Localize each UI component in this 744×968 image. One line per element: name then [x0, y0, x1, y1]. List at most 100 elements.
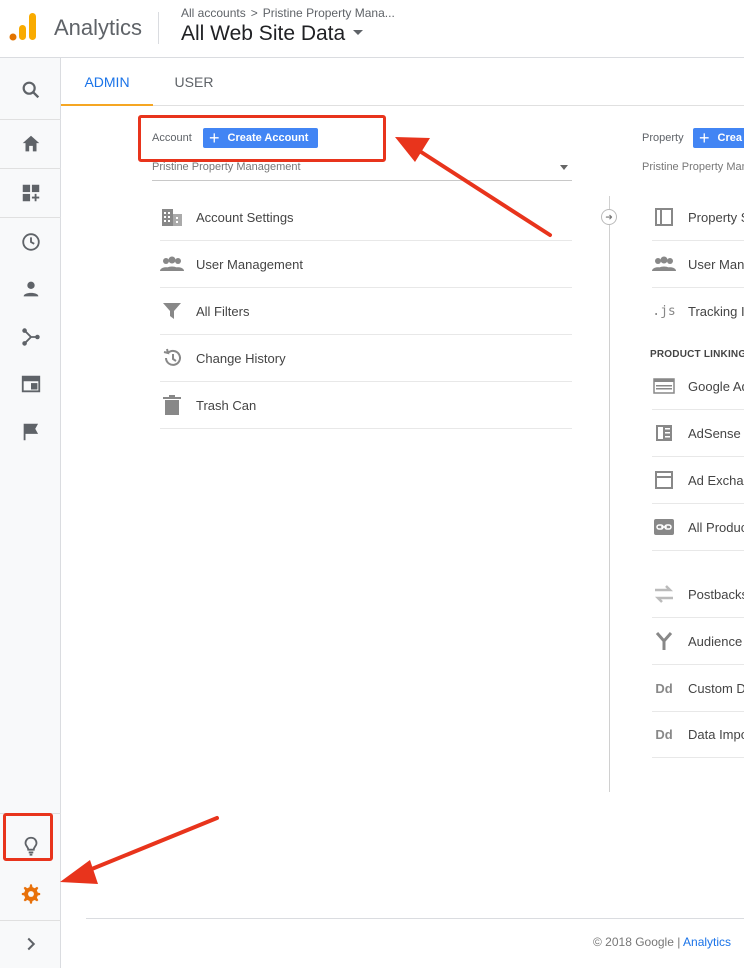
- nav-customization-button[interactable]: [0, 169, 61, 217]
- account-selector[interactable]: Pristine Property Management: [152, 161, 572, 181]
- people-icon: [160, 253, 184, 275]
- tab-user[interactable]: USER: [155, 58, 233, 106]
- menu-adsense-linking[interactable]: AdSense L: [652, 410, 744, 457]
- breadcrumb-chevron-icon: >: [250, 6, 258, 20]
- view-title: All Web Site Data: [181, 22, 346, 45]
- menu-property-user-management[interactable]: User Mana: [652, 241, 744, 288]
- adsense-icon: [652, 422, 676, 444]
- menu-custom-definitions[interactable]: Dd Custom De: [652, 665, 744, 712]
- audience-person-icon: [23, 281, 38, 297]
- breadcrumb[interactable]: All accounts > Pristine Property Mana...: [181, 6, 395, 20]
- create-property-label: Crea: [717, 132, 742, 144]
- nav-audience-button[interactable]: [0, 265, 61, 313]
- nav-behavior-button[interactable]: [0, 360, 61, 408]
- header-divider: [158, 12, 159, 44]
- nav-conversions-button[interactable]: [0, 408, 61, 456]
- menu-label: User Management: [196, 256, 303, 272]
- menu-label: Audience D: [688, 633, 744, 649]
- footer-copyright: © 2018 Google |: [593, 935, 681, 949]
- menu-label: Postbacks: [688, 586, 744, 602]
- property-selector-value: Pristine Property Mana: [642, 161, 744, 173]
- behavior-icon: [21, 375, 40, 393]
- nav-admin-button[interactable]: [0, 870, 61, 918]
- home-icon: [22, 135, 39, 152]
- view-selector[interactable]: All Web Site Data: [181, 22, 364, 46]
- menu-change-history[interactable]: Change History: [160, 335, 572, 382]
- menu-label: Data Impo: [688, 726, 744, 742]
- create-account-highlight: [138, 115, 386, 162]
- dd-icon: Dd: [655, 680, 673, 696]
- menu-label: AdSense L: [688, 425, 744, 441]
- dd-icon: Dd: [655, 726, 673, 742]
- menu-data-import[interactable]: Dd Data Impo: [652, 711, 744, 758]
- menu-google-ads-linking[interactable]: Google Ad: [652, 363, 744, 410]
- breadcrumb-all-accounts[interactable]: All accounts: [181, 6, 246, 20]
- menu-label: Property S: [688, 209, 744, 225]
- menu-label: All Produc: [688, 519, 744, 535]
- audience-fork-icon: [652, 630, 676, 652]
- ad-exchange-icon: [652, 469, 676, 491]
- conversions-flag-icon: [23, 423, 38, 441]
- product-linking-heading: PRODUCT LINKING: [650, 349, 744, 360]
- footer: © 2018 Google | Analytics: [593, 935, 731, 949]
- menu-account-settings[interactable]: Account Settings: [160, 194, 572, 241]
- menu-all-products-linking[interactable]: All Produc: [652, 504, 744, 551]
- menu-ad-exchange-linking[interactable]: Ad Exchan: [652, 457, 744, 504]
- customization-icon: [22, 184, 39, 202]
- app-header: Analytics All accounts > Pristine Property…: [0, 0, 744, 58]
- acquisition-icon: [21, 328, 40, 346]
- nav-expand-button[interactable]: [0, 920, 61, 968]
- menu-label: Change History: [196, 350, 286, 366]
- nav-search-button[interactable]: [0, 66, 61, 114]
- menu-label: All Filters: [196, 303, 250, 319]
- nav-home-button[interactable]: [0, 120, 61, 168]
- menu-trash-can[interactable]: Trash Can: [160, 382, 572, 429]
- filter-icon: [160, 300, 184, 322]
- menu-user-management[interactable]: User Management: [160, 241, 572, 288]
- arrow-to-admin-gear: [60, 816, 219, 884]
- footer-analytics-link[interactable]: Analytics: [683, 935, 731, 949]
- menu-tracking-info[interactable]: .js Tracking In: [652, 288, 744, 335]
- building-icon: [160, 206, 184, 228]
- search-icon: [22, 81, 39, 99]
- menu-label: User Mana: [688, 256, 744, 272]
- link-icon: [652, 516, 676, 538]
- expand-chevron-icon: [27, 937, 35, 951]
- account-selector-value: Pristine Property Management: [152, 161, 301, 173]
- realtime-clock-icon: [21, 233, 40, 251]
- property-column-label: Property: [642, 132, 684, 144]
- menu-label: Custom De: [688, 680, 744, 696]
- trash-icon: [160, 394, 184, 416]
- analytics-logo-icon[interactable]: [9, 13, 37, 41]
- menu-label: Ad Exchan: [688, 472, 744, 488]
- nav-realtime-button[interactable]: [0, 218, 61, 266]
- menu-audience-definitions[interactable]: Audience D: [652, 618, 744, 665]
- menu-label: Google Ad: [688, 378, 744, 394]
- dropdown-caret-icon: [560, 165, 568, 170]
- tab-admin[interactable]: ADMIN: [61, 58, 153, 106]
- menu-property-settings[interactable]: Property S: [652, 194, 744, 241]
- menu-postbacks[interactable]: Postbacks: [652, 571, 744, 618]
- property-settings-icon: [652, 206, 676, 228]
- app-name: Analytics: [54, 15, 143, 40]
- breadcrumb-account[interactable]: Pristine Property Mana...: [263, 6, 395, 20]
- dropdown-caret-icon: [353, 29, 364, 35]
- column-divider: [609, 196, 610, 792]
- google-ads-icon: [652, 375, 676, 397]
- admin-gear-highlight: [3, 813, 53, 861]
- postbacks-icon: [652, 583, 676, 605]
- arrow-right-icon: ➜: [601, 209, 617, 225]
- js-icon: .js: [652, 304, 676, 319]
- create-property-button[interactable]: + Crea: [693, 128, 744, 148]
- menu-label: Trash Can: [196, 397, 257, 413]
- menu-label: Account Settings: [196, 209, 294, 225]
- property-selector[interactable]: Pristine Property Mana: [642, 161, 744, 181]
- admin-tabs: ADMIN USER: [61, 58, 744, 106]
- plus-icon: +: [699, 128, 710, 148]
- menu-label: Tracking In: [688, 304, 744, 319]
- history-icon: [160, 347, 184, 369]
- menu-all-filters[interactable]: All Filters: [160, 288, 572, 335]
- footer-divider: [86, 918, 744, 919]
- nav-acquisition-button[interactable]: [0, 313, 61, 361]
- admin-gear-icon: [21, 884, 40, 904]
